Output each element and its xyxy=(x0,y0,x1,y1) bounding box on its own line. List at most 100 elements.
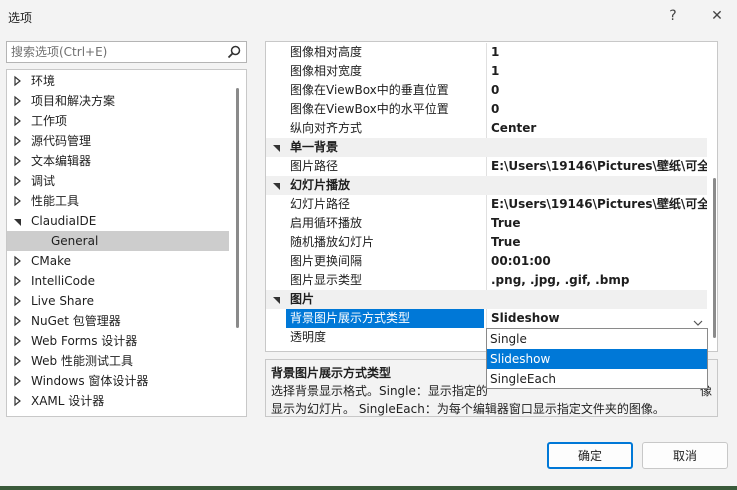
property-name: 随机播放幻灯片 xyxy=(290,235,375,249)
column-divider[interactable] xyxy=(486,271,487,290)
tree-item[interactable]: ClaudiaIDE xyxy=(7,211,229,231)
display-type-select[interactable]: Slideshow xyxy=(491,309,707,328)
dropdown-option[interactable]: Slideshow xyxy=(487,349,707,369)
property-row[interactable]: 图像相对宽度 1 xyxy=(266,62,707,81)
property-name: 纵向对齐方式 xyxy=(290,121,363,135)
property-row[interactable]: 图片显示类型 .png, .jpg, .gif, .bmp xyxy=(266,271,707,290)
property-name: 幻灯片路径 xyxy=(290,197,351,211)
ok-button-label: 确定 xyxy=(577,449,602,463)
category-header[interactable]: 图片 xyxy=(266,290,707,309)
collapsed-arrow-icon[interactable] xyxy=(13,331,23,351)
tree-item[interactable]: 调试 xyxy=(7,171,229,191)
property-value[interactable]: 0 xyxy=(491,81,707,100)
category-header[interactable]: 单一背景 xyxy=(266,138,707,157)
column-divider[interactable] xyxy=(486,252,487,271)
search-input[interactable] xyxy=(11,45,221,59)
display-type-dropdown-list: Single Slideshow SingleEach xyxy=(486,328,708,389)
property-row[interactable]: 纵向对齐方式 Center xyxy=(266,119,707,138)
cancel-button-label: 取消 xyxy=(672,449,697,463)
tree-item[interactable]: NuGet 包管理器 xyxy=(7,311,229,331)
dropdown-option[interactable]: Single xyxy=(487,329,707,349)
ok-button[interactable]: 确定 xyxy=(547,442,633,469)
tree-item[interactable]: Web Forms 设计器 xyxy=(7,331,229,351)
property-value[interactable]: Center xyxy=(491,119,707,138)
property-name: 图像在ViewBox中的水平位置 xyxy=(290,102,449,116)
chevron-down-icon[interactable] xyxy=(693,314,703,326)
property-value[interactable]: 00:01:00 xyxy=(491,252,707,271)
tree-item[interactable]: IntelliCode xyxy=(7,271,229,291)
tree-item[interactable]: 工作项 xyxy=(7,111,229,131)
grid-scrollbar[interactable] xyxy=(713,178,716,338)
property-row[interactable]: 背景图片展示方式类型 Slideshow xyxy=(266,309,707,328)
property-value[interactable]: E:\Users\19146\Pictures\壁纸\可全屏 xyxy=(491,157,707,176)
property-row[interactable]: 启用循环播放 True xyxy=(266,214,707,233)
tree-item[interactable]: XAML 设计器 xyxy=(7,391,229,411)
help-button[interactable]: ? xyxy=(659,4,687,28)
collapsed-arrow-icon[interactable] xyxy=(13,391,23,411)
tree-item[interactable]: 源代码管理 xyxy=(7,131,229,151)
collapsed-arrow-icon[interactable] xyxy=(13,151,23,171)
property-value[interactable]: True xyxy=(491,233,707,252)
property-row[interactable]: 图像在ViewBox中的水平位置 0 xyxy=(266,100,707,119)
column-divider[interactable] xyxy=(486,43,487,62)
tree-item[interactable]: Web 性能测试工具 xyxy=(7,351,229,371)
collapsed-arrow-icon[interactable] xyxy=(13,371,23,391)
tree-item[interactable]: 环境 xyxy=(7,71,229,91)
property-row[interactable]: 图像相对高度 1 xyxy=(266,43,707,62)
collapsed-arrow-icon[interactable] xyxy=(13,311,23,331)
column-divider[interactable] xyxy=(486,195,487,214)
tree-item[interactable]: CMake xyxy=(7,251,229,271)
tree-item[interactable]: 项目和解决方案 xyxy=(7,91,229,111)
close-button[interactable]: ✕ xyxy=(703,4,731,28)
expanded-arrow-icon[interactable] xyxy=(272,138,282,157)
column-divider[interactable] xyxy=(486,309,487,328)
collapsed-arrow-icon[interactable] xyxy=(13,131,23,151)
property-row[interactable]: 随机播放幻灯片 True xyxy=(266,233,707,252)
column-divider[interactable] xyxy=(486,100,487,119)
tree-item[interactable]: General xyxy=(7,231,229,251)
property-value[interactable]: True xyxy=(491,214,707,233)
tree-item-label: Web Forms 设计器 xyxy=(31,334,138,348)
description-title: 背景图片展示方式类型 xyxy=(271,366,392,380)
column-divider[interactable] xyxy=(486,81,487,100)
window-title: 选项 xyxy=(8,11,33,25)
tree-item[interactable]: Live Share xyxy=(7,291,229,311)
cancel-button[interactable]: 取消 xyxy=(642,442,728,469)
property-value[interactable]: 1 xyxy=(491,43,707,62)
expanded-arrow-icon[interactable] xyxy=(13,211,23,231)
property-value[interactable]: 1 xyxy=(491,62,707,81)
property-row[interactable]: 图片路径 E:\Users\19146\Pictures\壁纸\可全屏 xyxy=(266,157,707,176)
tree-scrollbar[interactable] xyxy=(236,88,239,328)
collapsed-arrow-icon[interactable] xyxy=(13,291,23,311)
expanded-arrow-icon[interactable] xyxy=(272,176,282,195)
collapsed-arrow-icon[interactable] xyxy=(13,91,23,111)
property-value[interactable]: .png, .jpg, .gif, .bmp xyxy=(491,271,707,290)
column-divider[interactable] xyxy=(486,119,487,138)
category-header[interactable]: 幻灯片播放 xyxy=(266,176,707,195)
search-icon[interactable] xyxy=(226,44,242,60)
property-value[interactable]: E:\Users\19146\Pictures\壁纸\可全屏 xyxy=(491,195,707,214)
tree-item[interactable]: Windows 窗体设计器 xyxy=(7,371,229,391)
collapsed-arrow-icon[interactable] xyxy=(13,251,23,271)
property-row[interactable]: 幻灯片路径 E:\Users\19146\Pictures\壁纸\可全屏 xyxy=(266,195,707,214)
tree-item-label: Windows 窗体设计器 xyxy=(31,374,149,388)
tree-item-label: 文本编辑器 xyxy=(31,154,92,168)
collapsed-arrow-icon[interactable] xyxy=(13,71,23,91)
collapsed-arrow-icon[interactable] xyxy=(13,271,23,291)
column-divider[interactable] xyxy=(486,214,487,233)
property-row[interactable]: 图片更换间隔 00:01:00 xyxy=(266,252,707,271)
property-row[interactable]: 图像在ViewBox中的垂直位置 0 xyxy=(266,81,707,100)
column-divider[interactable] xyxy=(486,62,487,81)
dropdown-option[interactable]: SingleEach xyxy=(487,369,707,389)
collapsed-arrow-icon[interactable] xyxy=(13,191,23,211)
column-divider[interactable] xyxy=(486,233,487,252)
collapsed-arrow-icon[interactable] xyxy=(13,171,23,191)
collapsed-arrow-icon[interactable] xyxy=(13,351,23,371)
tree-item[interactable]: 文本编辑器 xyxy=(7,151,229,171)
tree-item[interactable]: 性能工具 xyxy=(7,191,229,211)
column-divider[interactable] xyxy=(486,157,487,176)
expanded-arrow-icon[interactable] xyxy=(272,290,282,309)
collapsed-arrow-icon[interactable] xyxy=(13,111,23,131)
tree-item-label: 调试 xyxy=(31,174,56,188)
property-value[interactable]: 0 xyxy=(491,100,707,119)
